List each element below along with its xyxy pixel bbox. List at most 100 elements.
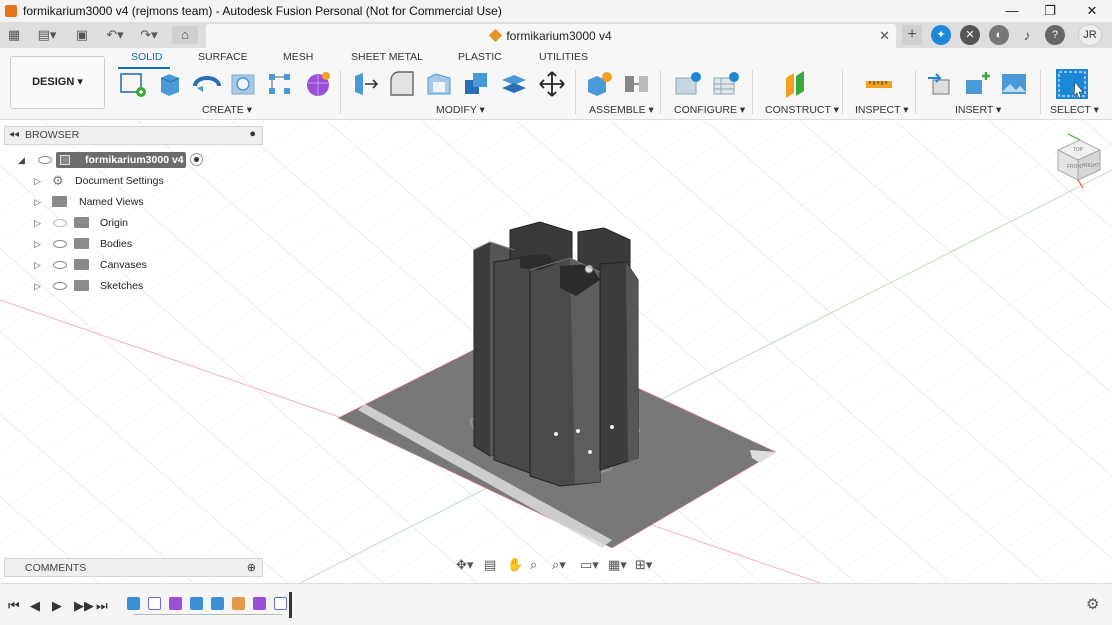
tab-surface[interactable]: SURFACE (198, 51, 248, 63)
model-body[interactable] (473, 221, 639, 487)
combine-icon[interactable] (462, 70, 492, 98)
create-menu[interactable]: CREATE ▾ (202, 104, 252, 116)
restore-button[interactable]: ❐ (1030, 0, 1070, 22)
home-icon[interactable]: ⌂ (172, 26, 198, 44)
hole-icon[interactable] (229, 70, 259, 98)
display-settings-icon[interactable]: ▭▾ (580, 557, 599, 573)
expand-triangle-icon[interactable]: ▷ (34, 235, 41, 253)
timeline-marker[interactable] (289, 592, 292, 618)
timeline-canvas-feature[interactable] (127, 597, 140, 610)
fit-zoom-icon[interactable]: ⌕▾ (552, 557, 566, 573)
look-at-icon[interactable]: ▤ (484, 557, 496, 573)
collapse-panel-icon[interactable]: ◂◂ (9, 129, 19, 140)
zoom-icon[interactable]: ⌕ (530, 557, 537, 573)
design-canvas[interactable] (0, 121, 1112, 583)
tab-solid[interactable]: SOLID (131, 51, 163, 63)
visibility-eye-icon[interactable] (38, 156, 52, 164)
timeline-form-feature[interactable] (169, 597, 182, 610)
configure-table-icon[interactable] (673, 70, 703, 98)
minimize-button[interactable]: — (992, 0, 1032, 22)
close-window-button[interactable]: ✕ (1072, 0, 1112, 22)
press-pull-icon[interactable] (351, 70, 381, 98)
browser-root-item[interactable]: ◢ formikarium3000 v4 (18, 151, 206, 169)
measure-icon[interactable] (864, 70, 894, 98)
view-cube[interactable]: TOP FRONT RIGHT (1050, 132, 1108, 192)
browser-item-sketches[interactable]: ▷ Sketches (0, 277, 150, 295)
comments-panel[interactable]: COMMENTS ⊕ (4, 558, 263, 577)
help-icon[interactable]: ? (1045, 25, 1065, 45)
select-icon[interactable] (1055, 68, 1089, 100)
expand-triangle-icon[interactable]: ▷ (34, 277, 41, 295)
pan-hand-icon[interactable]: ✋ (507, 557, 523, 573)
job-status-icon[interactable]: ✕ (960, 25, 980, 45)
insert-derive-icon[interactable] (925, 70, 955, 98)
expand-triangle-icon[interactable]: ▷ (34, 256, 41, 274)
timeline-settings-gear-icon[interactable]: ⚙ (1086, 595, 1099, 613)
tab-utilities[interactable]: UTILITIES (539, 51, 588, 63)
redo-icon[interactable]: ↷▾ (136, 26, 162, 44)
play-icon[interactable]: ▶ (52, 598, 62, 614)
tab-mesh[interactable]: MESH (283, 51, 313, 63)
new-tab-plus-icon[interactable]: + (902, 25, 922, 45)
hidden-eye-icon[interactable] (53, 219, 67, 227)
save-icon[interactable]: ▣ (74, 26, 90, 44)
timeline-form-feature[interactable] (253, 597, 266, 610)
browser-item-named-views[interactable]: ▷ Named Views (0, 193, 150, 211)
insert-canvas-icon[interactable] (999, 70, 1029, 98)
expand-triangle-icon[interactable]: ▷ (34, 193, 41, 211)
step-back-icon[interactable]: ◀ (30, 598, 40, 614)
timeline-sketch-feature[interactable] (148, 597, 161, 610)
configure-rule-icon[interactable] (711, 70, 741, 98)
new-component-icon[interactable] (585, 70, 615, 98)
browser-item-bodies[interactable]: ▷ Bodies (0, 235, 140, 253)
viewports-icon[interactable]: ⊞▾ (635, 557, 652, 573)
construct-menu[interactable]: CONSTRUCT ▾ (765, 104, 839, 116)
visibility-eye-icon[interactable] (53, 261, 67, 269)
expand-triangle-icon[interactable]: ▷ (34, 172, 41, 190)
orbit-icon[interactable]: ✥▾ (456, 557, 473, 573)
tab-plastic[interactable]: PLASTIC (458, 51, 502, 63)
joint-icon[interactable] (622, 70, 652, 98)
shell-icon[interactable] (425, 70, 455, 98)
visibility-eye-icon[interactable] (53, 240, 67, 248)
fillet-icon[interactable] (388, 70, 418, 98)
select-menu[interactable]: SELECT ▾ (1050, 104, 1099, 116)
inspect-menu[interactable]: INSPECT ▾ (855, 104, 909, 116)
offset-plane-icon[interactable] (782, 70, 812, 98)
modify-menu[interactable]: MODIFY ▾ (436, 104, 485, 116)
assemble-menu[interactable]: ASSEMBLE ▾ (589, 104, 654, 116)
notifications-bell-icon[interactable]: ♪ (1017, 25, 1037, 45)
tab-sheet-metal[interactable]: SHEET METAL (351, 51, 423, 63)
visibility-eye-icon[interactable] (53, 282, 67, 290)
close-tab-icon[interactable]: ✕ (879, 24, 890, 48)
insert-mcmaster-icon[interactable] (962, 70, 992, 98)
workspace-switcher[interactable]: DESIGN ▾ (10, 56, 105, 109)
timeline-extrude-feature[interactable] (190, 597, 203, 610)
expand-triangle-icon[interactable]: ▷ (34, 214, 41, 232)
add-comment-icon[interactable]: ⊕ (247, 561, 256, 574)
extrude-icon[interactable] (155, 70, 185, 98)
undo-icon[interactable]: ↶▾ (102, 26, 128, 44)
user-avatar[interactable]: JR (1078, 24, 1102, 46)
data-panel-grid-icon[interactable]: ▦ (6, 26, 22, 44)
collapse-triangle-icon[interactable]: ◢ (18, 151, 25, 169)
configure-menu[interactable]: CONFIGURE ▾ (674, 104, 745, 116)
document-tab[interactable]: formikarium3000 v4 ✕ (206, 24, 896, 48)
browser-item-document-settings[interactable]: ▷ ⚙ Document Settings (0, 172, 170, 190)
timeline-combine-feature[interactable] (232, 597, 245, 610)
create-sketch-icon[interactable] (118, 70, 148, 98)
grid-settings-icon[interactable]: ▦▾ (608, 557, 627, 573)
extensions-icon[interactable]: ✦ (931, 25, 951, 45)
go-to-end-icon[interactable]: ⏭ (96, 598, 108, 614)
browser-item-canvases[interactable]: ▷ Canvases (0, 256, 150, 274)
browser-item-origin[interactable]: ▷ Origin (0, 214, 140, 232)
move-copy-icon[interactable] (537, 70, 567, 98)
browser-panel-header[interactable]: ◂◂ BROWSER ● (4, 126, 263, 145)
online-status-icon[interactable]: ◐ (989, 25, 1009, 45)
browser-minimize-icon[interactable]: ● (249, 128, 256, 140)
revolve-icon[interactable] (192, 70, 222, 98)
form-icon[interactable] (303, 70, 333, 98)
timeline-extrude-feature[interactable] (211, 597, 224, 610)
step-forward-icon[interactable]: ▶▶ (74, 598, 94, 614)
insert-menu[interactable]: INSERT ▾ (955, 104, 1001, 116)
